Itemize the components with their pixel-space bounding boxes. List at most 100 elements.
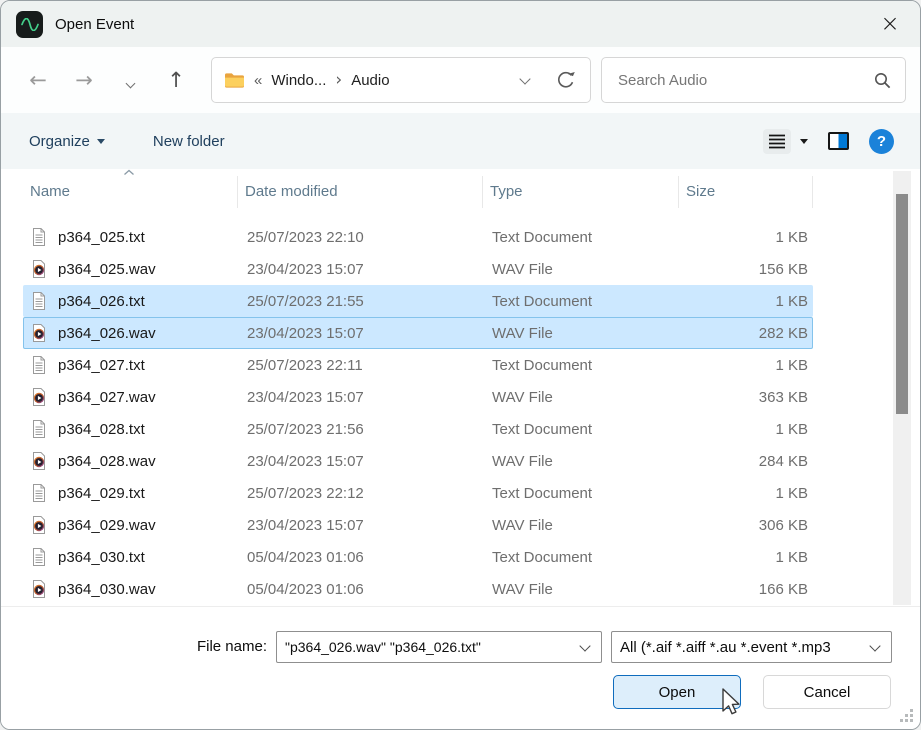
- help-button[interactable]: ?: [869, 129, 894, 154]
- file-date: 05/04/2023 01:06: [239, 581, 484, 598]
- open-button[interactable]: Open: [613, 675, 741, 709]
- file-date: 23/04/2023 15:07: [239, 325, 484, 342]
- forward-icon: →: [75, 68, 93, 92]
- up-button[interactable]: ↑: [153, 68, 199, 92]
- file-type: WAV File: [484, 453, 680, 470]
- text-document-icon: [31, 547, 47, 567]
- file-type: WAV File: [484, 581, 680, 598]
- file-size: 156 KB: [680, 261, 814, 278]
- close-icon: ×: [880, 11, 899, 37]
- breadcrumb-parent[interactable]: Windo...: [271, 72, 326, 89]
- recent-locations-button[interactable]: [107, 68, 153, 92]
- sort-ascending-icon: [123, 169, 135, 176]
- dialog-footer: File name: All (*.aif *.aiff *.au *.even…: [1, 606, 920, 729]
- change-view-button[interactable]: [763, 129, 808, 154]
- file-row-selected[interactable]: p364_026.txt 25/07/2023 21:55 Text Docum…: [23, 285, 813, 317]
- file-row[interactable]: p364_025.txt 25/07/2023 22:10 Text Docum…: [23, 221, 813, 253]
- file-row[interactable]: p364_030.wav 05/04/2023 01:06 WAV File 1…: [23, 573, 813, 605]
- forward-button[interactable]: →: [61, 68, 107, 92]
- file-size: 1 KB: [680, 421, 814, 438]
- file-row[interactable]: p364_029.txt 25/07/2023 22:12 Text Docum…: [23, 477, 813, 509]
- file-date: 23/04/2023 15:07: [239, 517, 484, 534]
- breadcrumb-separator-icon[interactable]: ›: [335, 70, 342, 90]
- search-input[interactable]: [616, 71, 874, 90]
- new-folder-button[interactable]: New folder: [153, 133, 225, 150]
- file-date: 25/07/2023 22:12: [239, 485, 484, 502]
- file-size: 166 KB: [680, 581, 814, 598]
- chevron-down-icon[interactable]: [869, 640, 880, 651]
- text-document-icon: [31, 419, 47, 439]
- file-row-selected-focused[interactable]: p364_026.wav 23/04/2023 15:07 WAV File 2…: [23, 317, 813, 349]
- file-name: p364_028.wav: [58, 453, 156, 470]
- resize-grip[interactable]: [899, 708, 913, 722]
- file-type-filter-dropdown[interactable]: All (*.aif *.aiff *.au *.event *.mp3: [611, 631, 892, 663]
- navigation-bar: ← → ↑ « Windo... › Audio: [1, 47, 920, 113]
- file-type: Text Document: [484, 421, 680, 438]
- audio-file-icon: [31, 579, 47, 599]
- search-icon[interactable]: [874, 72, 891, 89]
- file-date: 25/07/2023 22:11: [239, 357, 484, 374]
- organize-menu-button[interactable]: Organize: [29, 133, 105, 150]
- back-button[interactable]: ←: [15, 68, 61, 92]
- column-header-type[interactable]: Type: [483, 176, 679, 208]
- caret-down-icon: [800, 139, 808, 144]
- back-icon: ←: [29, 68, 47, 92]
- file-name-label: File name:: [197, 638, 267, 655]
- organize-label: Organize: [29, 133, 90, 150]
- file-name-combobox[interactable]: [276, 631, 602, 663]
- preview-pane-icon[interactable]: [828, 132, 849, 150]
- file-row[interactable]: p364_027.txt 25/07/2023 22:11 Text Docum…: [23, 349, 813, 381]
- vertical-scrollbar[interactable]: [893, 171, 911, 605]
- caret-down-icon: [97, 139, 105, 144]
- address-dropdown-icon[interactable]: [519, 73, 530, 84]
- file-size: 1 KB: [680, 357, 814, 374]
- breadcrumb-current[interactable]: Audio: [351, 72, 389, 89]
- file-type: Text Document: [484, 357, 680, 374]
- cancel-button[interactable]: Cancel: [763, 675, 891, 709]
- column-header-name[interactable]: Name: [23, 176, 238, 208]
- close-button[interactable]: ×: [872, 7, 908, 41]
- scrollbar-thumb[interactable]: [896, 194, 908, 414]
- file-size: 284 KB: [680, 453, 814, 470]
- file-row[interactable]: p364_029.wav 23/04/2023 15:07 WAV File 3…: [23, 509, 813, 541]
- address-bar[interactable]: « Windo... › Audio: [211, 57, 591, 103]
- audio-file-icon: [31, 387, 47, 407]
- folder-icon: [224, 72, 245, 89]
- audio-file-icon: [31, 515, 47, 535]
- file-name: p364_027.txt: [58, 357, 145, 374]
- command-toolbar: Organize New folder ?: [1, 113, 920, 169]
- audio-file-icon: [31, 451, 47, 471]
- list-view-icon: [763, 129, 791, 154]
- file-name: p364_026.txt: [58, 293, 145, 310]
- file-list: p364_025.txt 25/07/2023 22:10 Text Docum…: [1, 221, 920, 605]
- file-name-input[interactable]: [277, 639, 581, 655]
- file-row[interactable]: p364_028.txt 25/07/2023 21:56 Text Docum…: [23, 413, 813, 445]
- file-size: 306 KB: [680, 517, 814, 534]
- file-date: 25/07/2023 22:10: [239, 229, 484, 246]
- file-size: 1 KB: [680, 293, 814, 310]
- title-bar: Open Event ×: [1, 1, 920, 47]
- refresh-icon[interactable]: [555, 70, 576, 91]
- file-type: WAV File: [484, 325, 680, 342]
- search-box[interactable]: [601, 57, 906, 103]
- file-row[interactable]: p364_030.txt 05/04/2023 01:06 Text Docum…: [23, 541, 813, 573]
- file-date: 25/07/2023 21:56: [239, 421, 484, 438]
- file-date: 25/07/2023 21:55: [239, 293, 484, 310]
- file-row[interactable]: p364_027.wav 23/04/2023 15:07 WAV File 3…: [23, 381, 813, 413]
- file-name: p364_026.wav: [58, 325, 156, 342]
- file-row[interactable]: p364_028.wav 23/04/2023 15:07 WAV File 2…: [23, 445, 813, 477]
- chevron-down-icon: [125, 79, 135, 89]
- file-date: 23/04/2023 15:07: [239, 453, 484, 470]
- up-icon: ↑: [167, 68, 185, 92]
- chevron-down-icon[interactable]: [579, 640, 590, 651]
- file-name: p364_028.txt: [58, 421, 145, 438]
- file-size: 363 KB: [680, 389, 814, 406]
- nav-buttons: ← → ↑: [15, 47, 199, 113]
- file-name: p364_030.wav: [58, 581, 156, 598]
- breadcrumb-collapse[interactable]: «: [254, 72, 262, 89]
- column-header-date-modified[interactable]: Date modified: [238, 176, 483, 208]
- file-row[interactable]: p364_025.wav 23/04/2023 15:07 WAV File 1…: [23, 253, 813, 285]
- file-size: 1 KB: [680, 485, 814, 502]
- window-title: Open Event: [55, 16, 134, 33]
- column-header-size[interactable]: Size: [679, 176, 813, 208]
